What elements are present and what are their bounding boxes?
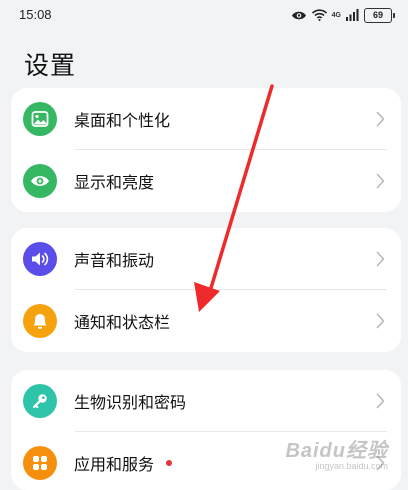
apps-grid-icon bbox=[23, 446, 57, 480]
status-bar: 15:08 4G 69 bbox=[0, 0, 408, 30]
settings-item-label: 显示和亮度 bbox=[74, 173, 155, 192]
settings-item-label: 通知和状态栏 bbox=[74, 313, 171, 332]
settings-item-label: 生物识别和密码 bbox=[74, 393, 187, 412]
wifi-icon bbox=[311, 6, 327, 25]
chevron-right-icon bbox=[376, 111, 385, 127]
speaker-icon bbox=[23, 242, 57, 276]
chevron-right-icon bbox=[376, 313, 385, 329]
watermark: Baidu经验 jingyan.baidu.com bbox=[285, 434, 388, 471]
battery-icon: 69 bbox=[364, 7, 395, 23]
settings-item-sound-vibration[interactable]: 声音和振动 bbox=[11, 228, 401, 290]
network-type: 4G bbox=[331, 11, 341, 19]
settings-item-notification-statusbar[interactable]: 通知和状态栏 bbox=[11, 290, 401, 352]
page-title: 设置 bbox=[24, 51, 77, 80]
chevron-right-icon bbox=[376, 251, 385, 267]
settings-group-security-apps: 生物识别和密码 应用和服务 bbox=[11, 370, 401, 490]
settings-item-label: 声音和振动 bbox=[74, 251, 155, 270]
settings-group-display: 桌面和个性化 显示和亮度 bbox=[11, 88, 401, 212]
chevron-right-icon bbox=[376, 173, 385, 189]
status-icons: 4G 69 bbox=[291, 6, 395, 25]
chevron-right-icon bbox=[376, 393, 385, 409]
settings-item-label: 应用和服务 bbox=[74, 455, 155, 474]
bell-icon bbox=[23, 304, 57, 338]
eye-icon bbox=[291, 6, 307, 25]
eye-icon bbox=[23, 164, 57, 198]
notification-dot bbox=[166, 460, 173, 466]
settings-item-desktop-personalization[interactable]: 桌面和个性化 bbox=[11, 88, 401, 150]
key-icon bbox=[23, 384, 57, 418]
status-time: 15:08 bbox=[19, 7, 52, 22]
wallpaper-icon bbox=[23, 102, 57, 136]
settings-item-biometrics-password[interactable]: 生物识别和密码 bbox=[11, 370, 401, 432]
watermark-brand: Baidu经验 bbox=[285, 440, 388, 462]
settings-item-display-brightness[interactable]: 显示和亮度 bbox=[11, 150, 401, 212]
settings-group-sound-notifications: 声音和振动 通知和状态栏 bbox=[11, 228, 401, 352]
settings-item-label: 桌面和个性化 bbox=[74, 111, 171, 130]
signal-icon bbox=[346, 6, 359, 25]
